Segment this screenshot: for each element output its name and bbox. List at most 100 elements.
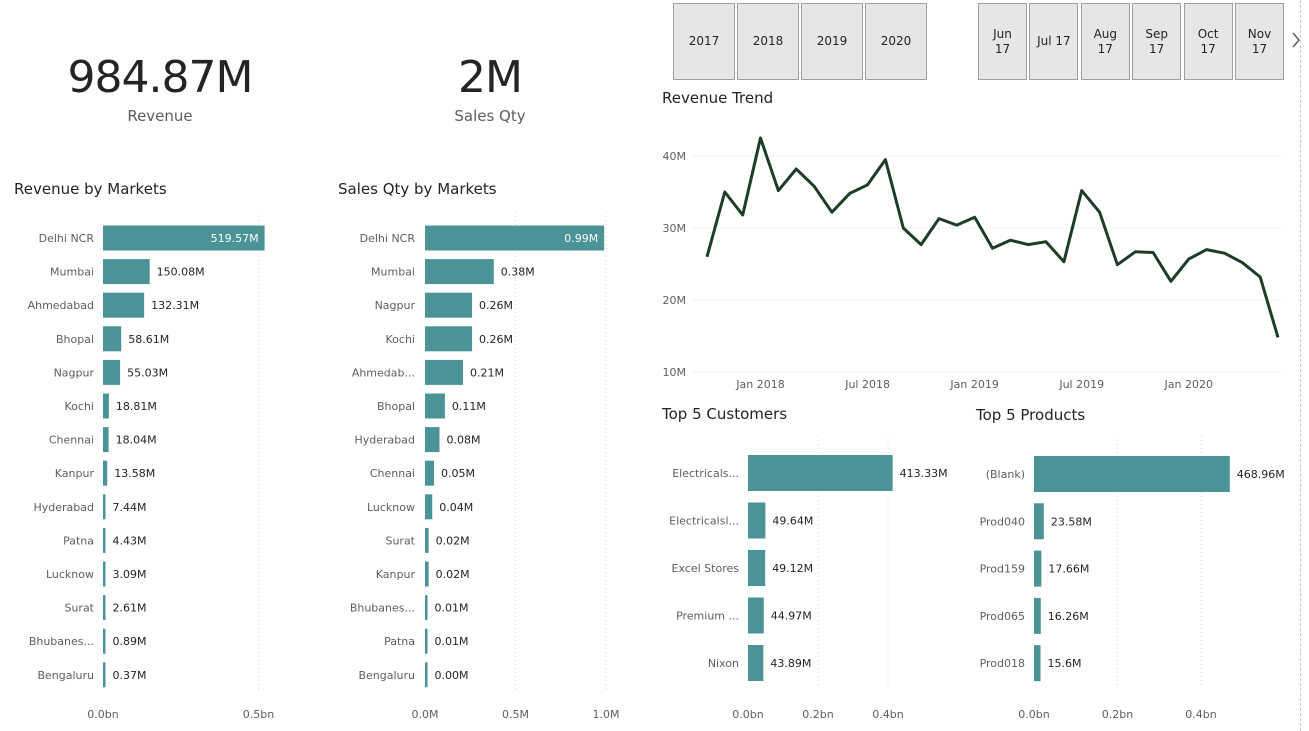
bar[interactable]	[748, 597, 764, 634]
line-point[interactable]	[1185, 255, 1193, 263]
bar[interactable]	[1034, 503, 1044, 540]
data-label: 13.58M	[114, 467, 155, 480]
bar[interactable]	[1034, 597, 1041, 634]
line-point[interactable]	[1042, 238, 1050, 246]
line-point[interactable]	[1167, 277, 1175, 285]
bar[interactable]	[103, 427, 109, 453]
bar[interactable]	[1034, 550, 1042, 587]
sales-qty-value: 2M	[458, 52, 523, 103]
top5-products-title: Top 5 Products	[976, 406, 1086, 424]
data-label: 0.04M	[439, 501, 473, 514]
line-point[interactable]	[1096, 208, 1104, 216]
line-point[interactable]	[1274, 333, 1282, 341]
line-point[interactable]	[810, 182, 818, 190]
line-point[interactable]	[1060, 258, 1068, 266]
bar[interactable]	[425, 326, 473, 352]
bar[interactable]	[103, 460, 108, 486]
line-point[interactable]	[703, 253, 711, 261]
bar[interactable]	[425, 460, 435, 486]
bar[interactable]	[748, 502, 766, 539]
month-button-aug-17[interactable]: Aug 17	[1080, 3, 1130, 80]
line-point[interactable]	[1113, 261, 1121, 269]
bar[interactable]	[103, 393, 109, 419]
line-point[interactable]	[774, 187, 782, 195]
line-point[interactable]	[1238, 259, 1246, 267]
bar[interactable]	[425, 662, 428, 688]
line-point[interactable]	[828, 208, 836, 216]
bar[interactable]	[425, 595, 428, 621]
line-point[interactable]	[899, 224, 907, 232]
bar[interactable]	[425, 561, 429, 587]
year-button-2020[interactable]: 2020	[865, 3, 927, 80]
line-point[interactable]	[1024, 241, 1032, 249]
category-label: Kochi	[65, 400, 94, 413]
bar[interactable]	[103, 259, 150, 285]
bar[interactable]	[425, 527, 429, 553]
bar[interactable]	[103, 595, 106, 621]
bar[interactable]	[748, 455, 893, 491]
bar[interactable]	[1034, 645, 1041, 682]
month-button-jun-17[interactable]: Jun 17	[978, 3, 1027, 80]
bar[interactable]	[103, 494, 106, 520]
line-point[interactable]	[1131, 248, 1139, 256]
data-label: 0.26M	[479, 299, 513, 312]
x-tick-label: 0.4bn	[1185, 708, 1216, 721]
line-point[interactable]	[989, 244, 997, 252]
line-point[interactable]	[846, 189, 854, 197]
revenue-trend-chart: 10M 20M 30M 40M Jan 2018 Jul 2018 Jan 2019 Jul …	[663, 134, 1286, 391]
month-button-oct-17[interactable]: Oct 17	[1183, 3, 1233, 80]
line-point[interactable]	[881, 156, 889, 164]
line-point[interactable]	[971, 213, 979, 221]
line-point[interactable]	[792, 165, 800, 173]
bar[interactable]	[425, 427, 440, 453]
line-point[interactable]	[935, 215, 943, 223]
data-label: 49.64M	[772, 515, 813, 528]
bar[interactable]	[748, 550, 766, 586]
month-button-jul-17[interactable]: Jul 17	[1029, 3, 1079, 80]
bar[interactable]	[103, 359, 121, 385]
line-point[interactable]	[1006, 236, 1014, 244]
sales-qty-card: 2M Sales Qty	[390, 52, 590, 125]
y-tick-label: 30M	[663, 222, 687, 235]
bar[interactable]	[103, 292, 145, 318]
category-label: Delhi NCR	[39, 232, 95, 245]
data-label: 3.09M	[113, 568, 147, 581]
bar[interactable]	[425, 393, 445, 419]
x-tick-label: Jul 2019	[1058, 378, 1104, 391]
bar[interactable]	[1034, 456, 1230, 492]
bar[interactable]	[425, 628, 428, 654]
line-point[interactable]	[1149, 248, 1157, 256]
month-button-sep-17[interactable]: Sep 17	[1132, 3, 1182, 80]
bar[interactable]	[103, 527, 106, 553]
year-button-2019[interactable]: 2019	[801, 3, 863, 80]
bar[interactable]	[103, 662, 106, 688]
line-point[interactable]	[757, 134, 765, 142]
line-point[interactable]	[1220, 249, 1228, 257]
y-tick-label: 10M	[663, 366, 687, 379]
bar[interactable]	[748, 645, 764, 681]
bar[interactable]	[103, 561, 106, 587]
x-tick-label: 1.0M	[593, 708, 620, 721]
bar[interactable]	[103, 628, 106, 654]
bar[interactable]	[425, 494, 433, 520]
line-point[interactable]	[739, 211, 747, 219]
category-label: Electricalsl...	[669, 515, 739, 528]
bar[interactable]	[425, 292, 473, 318]
data-label: 44.97M	[771, 610, 812, 623]
month-button-nov-17[interactable]: Nov 17	[1235, 3, 1284, 80]
line-point[interactable]	[864, 181, 872, 189]
line-point[interactable]	[1256, 273, 1264, 281]
line-point[interactable]	[917, 241, 925, 249]
line-point[interactable]	[721, 188, 729, 196]
revenue-by-markets-chart: 0.0bn 0.5bn Delhi NCR 519.57M Mumbai 150.08M A…	[28, 212, 274, 721]
line-point[interactable]	[1078, 187, 1086, 195]
category-label: Bhubanes...	[350, 602, 415, 615]
line-point[interactable]	[1203, 246, 1211, 254]
line-point[interactable]	[953, 221, 961, 229]
year-button-2018[interactable]: 2018	[737, 3, 799, 80]
bar[interactable]	[425, 359, 464, 385]
bar[interactable]	[103, 326, 122, 352]
year-button-2017[interactable]: 2017	[673, 3, 735, 80]
bar[interactable]	[425, 259, 494, 285]
category-label: Kanpur	[55, 467, 95, 480]
